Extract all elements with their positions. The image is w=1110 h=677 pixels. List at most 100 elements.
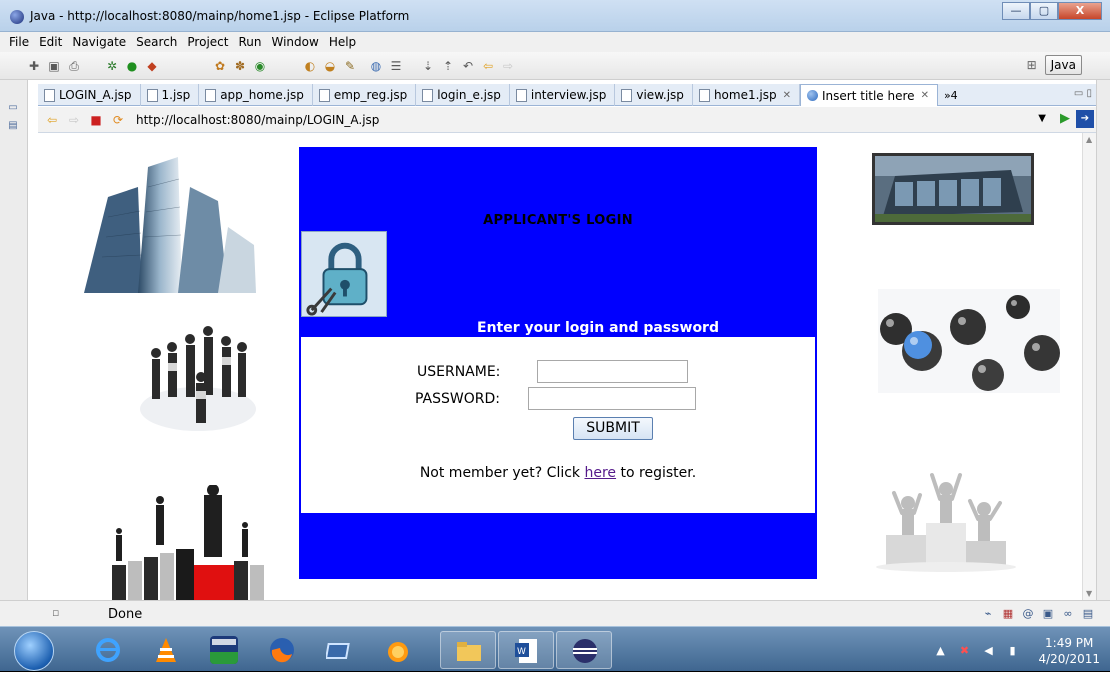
tab-1-jsp[interactable]: 1.jsp: [141, 84, 200, 106]
fast-view-icon[interactable]: ▫: [52, 606, 59, 619]
tab-view[interactable]: view.jsp: [615, 84, 693, 106]
menu-window[interactable]: Window: [266, 35, 323, 49]
minimize-button[interactable]: —: [1002, 2, 1030, 20]
at-icon[interactable]: @: [1020, 606, 1036, 622]
external-tools-icon[interactable]: ◆: [144, 58, 160, 74]
save-icon[interactable]: ▣: [46, 58, 62, 74]
tab-overflow[interactable]: »4: [938, 84, 966, 106]
eclipse-icon: [10, 10, 24, 24]
menu-bar: File Edit Navigate Search Project Run Wi…: [0, 32, 1110, 52]
chevron-down-icon[interactable]: ▼: [1038, 113, 1046, 124]
register-link[interactable]: here: [584, 465, 616, 481]
restore-icon[interactable]: ▭: [6, 102, 20, 116]
register-text: Not member yet? Click here to register.: [301, 465, 815, 481]
close-icon[interactable]: ✕: [921, 90, 929, 101]
pencil-icon[interactable]: ✎: [342, 58, 358, 74]
vlc-cone-icon: [156, 638, 176, 662]
maximize-button[interactable]: ▢: [1030, 2, 1058, 20]
vlc-task[interactable]: [138, 631, 194, 669]
menu-search[interactable]: Search: [131, 35, 182, 49]
menu-edit[interactable]: Edit: [34, 35, 67, 49]
eclipse-task[interactable]: [556, 631, 612, 669]
power-icon[interactable]: ▮: [1004, 643, 1020, 659]
cald3-task[interactable]: [196, 631, 252, 669]
run-icon[interactable]: ●: [124, 58, 140, 74]
toolbar-group-misc: ◍ ☰: [368, 58, 408, 74]
open-folder-icon[interactable]: ◒: [322, 58, 338, 74]
volume-icon[interactable]: ◀: [980, 643, 996, 659]
submit-button[interactable]: SUBMIT: [573, 417, 653, 440]
status-bar: ▫ Done ⌁ ▦ @ ▣ ∞ ▤: [0, 600, 1110, 626]
explorer-task[interactable]: [440, 631, 496, 669]
last-edit-icon[interactable]: ↶: [460, 58, 476, 74]
menu-file[interactable]: File: [4, 35, 34, 49]
web-browser-icon[interactable]: ◍: [368, 58, 384, 74]
close-icon[interactable]: ✕: [783, 90, 791, 101]
console-icon[interactable]: ▤: [1080, 606, 1096, 622]
new-java-project-icon[interactable]: ✿: [212, 58, 228, 74]
pin-icon[interactable]: ⌁: [980, 606, 996, 622]
open-external-icon[interactable]: ➔: [1076, 110, 1094, 128]
internet-explorer-icon: [96, 638, 120, 662]
tab-login-a[interactable]: LOGIN_A.jsp: [38, 84, 141, 106]
menu-run[interactable]: Run: [233, 35, 266, 49]
next-annotation-icon[interactable]: ⇣: [420, 58, 436, 74]
firefox-task[interactable]: [254, 631, 310, 669]
menu-project[interactable]: Project: [182, 35, 233, 49]
task-list-icon[interactable]: ☰: [388, 58, 404, 74]
skyscraper-image: [84, 157, 256, 293]
refresh-icon[interactable]: ⟳: [110, 112, 126, 128]
username-input[interactable]: [537, 360, 688, 383]
forward-arrow-icon[interactable]: ⇨: [66, 112, 82, 128]
binoculars-icon[interactable]: ∞: [1060, 606, 1076, 622]
start-button[interactable]: [14, 631, 54, 671]
network-icon[interactable]: ✖: [956, 643, 972, 659]
tab-login-e[interactable]: login_e.jsp: [416, 84, 510, 106]
toolbar-group-file: ✚ ▣ ⎙: [26, 58, 86, 74]
tab-interview[interactable]: interview.jsp: [510, 84, 616, 106]
window-switcher-task[interactable]: [312, 631, 368, 669]
page-scrollbar[interactable]: ▲ ▼: [1082, 133, 1096, 600]
tab-emp-reg[interactable]: emp_reg.jsp: [313, 84, 417, 106]
tab-label: emp_reg.jsp: [333, 88, 408, 102]
open-perspective-icon[interactable]: ⊞: [1023, 56, 1041, 74]
go-icon[interactable]: ▶: [1060, 111, 1070, 126]
back-nav-icon[interactable]: ⇦: [480, 58, 496, 74]
word-task[interactable]: W: [498, 631, 554, 669]
globe-icon: [807, 90, 818, 101]
tab-app-home[interactable]: app_home.jsp: [199, 84, 313, 106]
print-icon[interactable]: ⎙: [66, 58, 82, 74]
clock[interactable]: 1:49 PM 4/20/2011: [1038, 635, 1100, 667]
main-toolbar: ✚ ▣ ⎙ ✲ ● ◆ ✿ ✽ ◉ ◐ ◒ ✎ ◍ ☰ ⇣ ⇡ ↶ ⇦ ⇨ ⊞ …: [0, 52, 1110, 80]
file-icon: [698, 88, 710, 102]
status-text: Done: [108, 607, 143, 622]
debug-icon[interactable]: ✲: [104, 58, 120, 74]
scroll-up-icon[interactable]: ▲: [1086, 135, 1092, 144]
monitor-icon[interactable]: ▣: [1040, 606, 1056, 622]
close-button[interactable]: X: [1058, 2, 1102, 20]
tab-insert-title[interactable]: Insert title here ✕: [800, 84, 938, 106]
url-field[interactable]: http://localhost:8080/mainp/LOGIN_A.jsp: [136, 113, 379, 127]
forward-nav-icon[interactable]: ⇨: [500, 58, 516, 74]
tab-home1[interactable]: home1.jsp ✕: [693, 84, 800, 106]
register-prefix: Not member yet? Click: [419, 465, 585, 481]
scroll-down-icon[interactable]: ▼: [1086, 589, 1092, 598]
prev-annotation-icon[interactable]: ⇡: [440, 58, 456, 74]
open-type-icon[interactable]: ◐: [302, 58, 318, 74]
internet-explorer-task[interactable]: [80, 631, 136, 669]
menu-help[interactable]: Help: [324, 35, 361, 49]
new-class-icon[interactable]: ◉: [252, 58, 268, 74]
back-arrow-icon[interactable]: ⇦: [44, 112, 60, 128]
password-input[interactable]: [528, 387, 696, 410]
svg-text:W: W: [517, 647, 526, 657]
java-perspective-button[interactable]: Java: [1044, 55, 1082, 75]
minimize-maximize-icon[interactable]: ▭ ▯: [1074, 88, 1092, 99]
package-explorer-icon[interactable]: ▤: [6, 120, 20, 134]
new-file-icon[interactable]: ✚: [26, 58, 42, 74]
new-package-icon[interactable]: ✽: [232, 58, 248, 74]
menu-navigate[interactable]: Navigate: [67, 35, 131, 49]
stop-icon[interactable]: ■: [88, 112, 104, 128]
messenger-task[interactable]: [370, 631, 426, 669]
servers-icon[interactable]: ▦: [1000, 606, 1016, 622]
show-hidden-icons-icon[interactable]: ▲: [932, 643, 948, 659]
